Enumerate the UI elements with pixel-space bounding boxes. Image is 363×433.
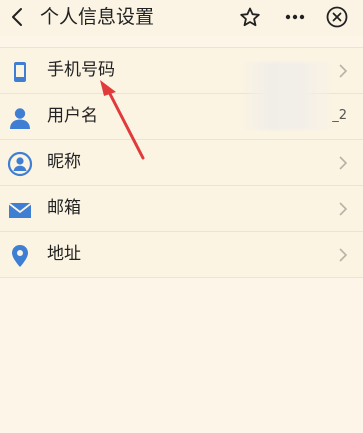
back-arrow-icon[interactable] [6, 5, 30, 29]
settings-item-label: 用户名 [47, 106, 98, 126]
mail-icon [8, 202, 32, 218]
settings-item-label: 地址 [47, 244, 81, 264]
close-circle-icon[interactable] [325, 5, 349, 29]
settings-item-label: 邮箱 [47, 198, 81, 218]
chevron-right-icon [339, 64, 348, 78]
redacted-region [240, 62, 332, 130]
settings-item-label: 手机号码 [47, 60, 115, 80]
page-title: 个人信息设置 [40, 6, 155, 28]
chevron-right-icon [339, 248, 348, 262]
settings-item-address[interactable]: 地址 [0, 232, 363, 278]
nickname-icon [7, 151, 33, 177]
settings-item-value: _2 [332, 108, 347, 123]
chevron-right-icon [339, 202, 348, 216]
more-icon[interactable] [283, 5, 307, 29]
settings-item-email[interactable]: 邮箱 [0, 186, 363, 232]
star-icon[interactable] [238, 5, 262, 29]
chevron-right-icon [339, 156, 348, 170]
settings-item-label: 昵称 [47, 152, 81, 172]
user-icon [10, 108, 30, 129]
header-bar: 个人信息设置 [0, 0, 363, 36]
location-icon [12, 245, 28, 267]
phone-icon [14, 62, 26, 82]
settings-item-nickname[interactable]: 昵称 [0, 140, 363, 186]
